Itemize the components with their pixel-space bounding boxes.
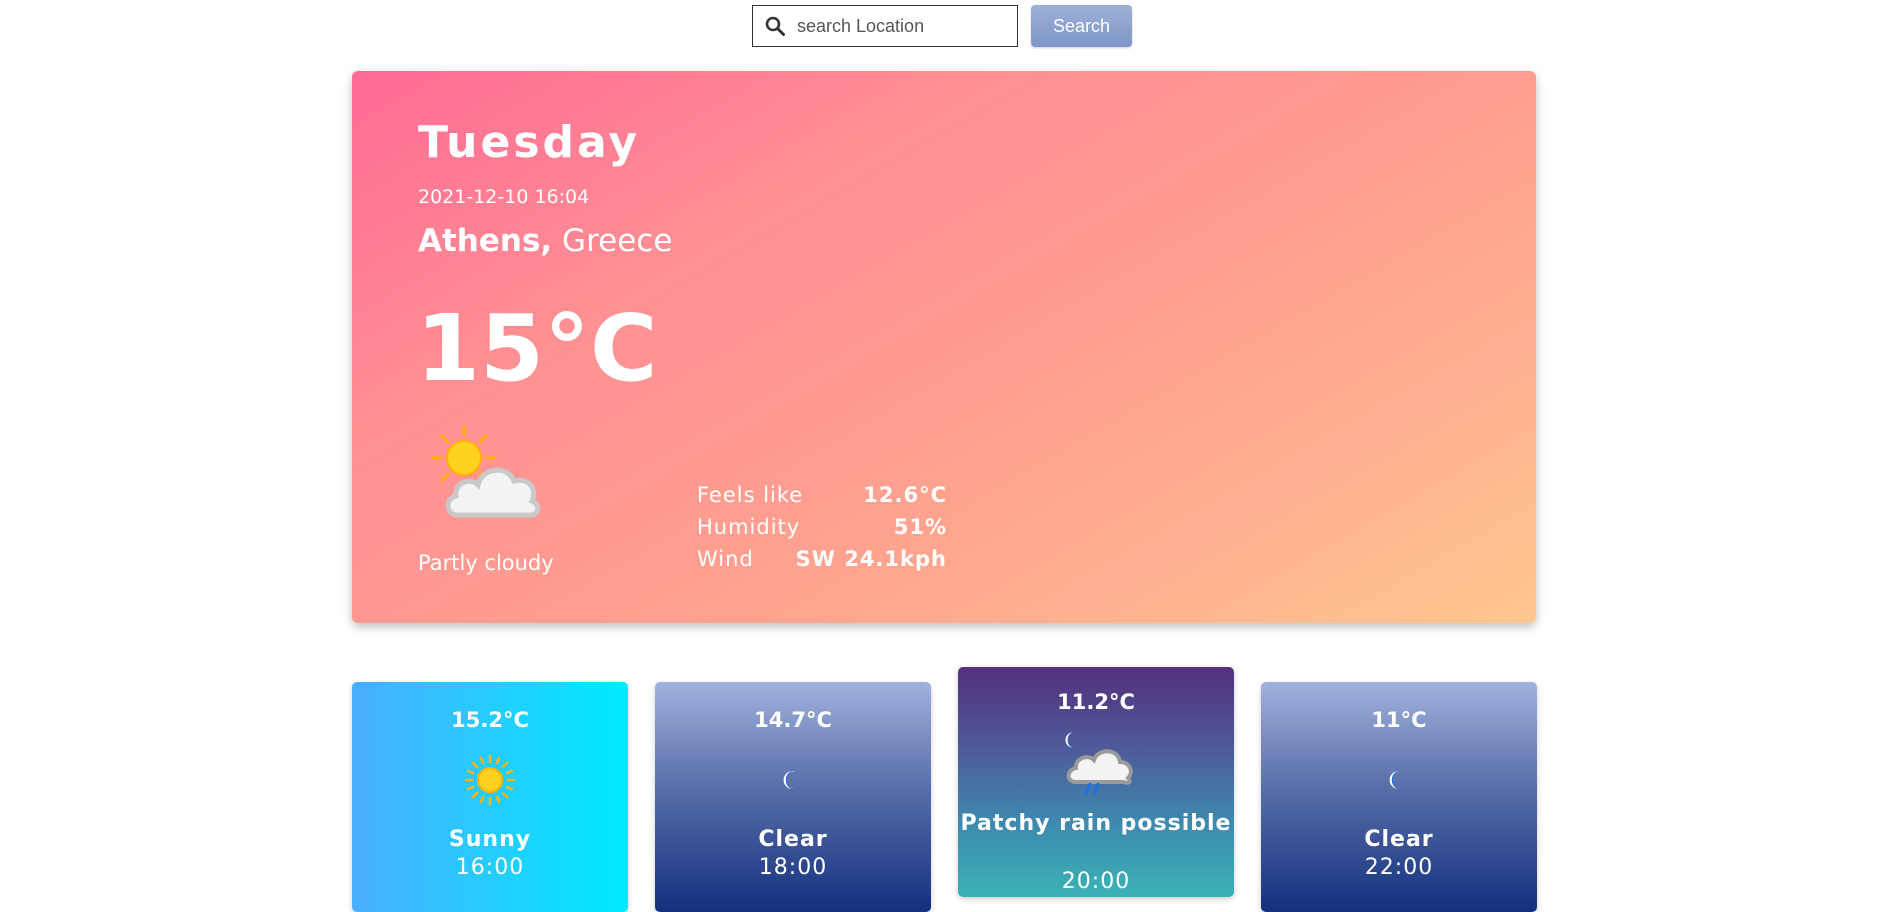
moon-icon bbox=[783, 768, 797, 792]
stat-value: 12.6°C bbox=[863, 483, 947, 507]
stat-label: Humidity bbox=[697, 515, 801, 539]
forecast-condition: Clear bbox=[1364, 827, 1434, 852]
forecast-time: 18:00 bbox=[758, 855, 828, 880]
forecast-time: 22:00 bbox=[1364, 855, 1434, 880]
forecast-card-selected[interactable]: 11.2°C Patchy rain possible 20:00 bbox=[958, 667, 1234, 897]
search-bar: Search bbox=[752, 5, 1132, 47]
weekday: Tuesday bbox=[418, 117, 641, 168]
stat-label: Wind bbox=[697, 547, 754, 571]
search-input[interactable] bbox=[795, 14, 1009, 38]
date-time: 2021-12-10 16:04 bbox=[418, 186, 590, 208]
forecast-condition: Patchy rain possible bbox=[960, 811, 1232, 836]
partly-cloudy-icon bbox=[431, 425, 541, 518]
forecast-time: 20:00 bbox=[1061, 869, 1131, 894]
location: Athens, Greece bbox=[418, 223, 672, 259]
stat-humidity: Humidity 51% bbox=[697, 515, 947, 547]
search-icon bbox=[765, 16, 785, 36]
forecast-condition: Clear bbox=[758, 827, 828, 852]
forecast-time: 16:00 bbox=[455, 855, 525, 880]
stat-label: Feels like bbox=[697, 483, 804, 507]
forecast-card[interactable]: 15.2°C Sunny 16:00 bbox=[352, 682, 628, 912]
current-condition: Partly cloudy bbox=[418, 551, 554, 575]
forecast-temperature: 11.2°C bbox=[1057, 690, 1135, 714]
moon-icon bbox=[1389, 768, 1403, 792]
stat-value: 51% bbox=[893, 515, 947, 539]
stat-wind: Wind SW 24.1kph bbox=[697, 547, 947, 579]
forecast-temperature: 14.7°C bbox=[754, 708, 832, 732]
weather-stats: Feels like 12.6°C Humidity 51% Wind SW 2… bbox=[697, 483, 947, 579]
search-box[interactable] bbox=[752, 5, 1018, 47]
forecast-temperature: 15.2°C bbox=[451, 708, 529, 732]
forecast-card[interactable]: 11°C Clear 22:00 bbox=[1261, 682, 1537, 912]
current-temperature: 15°C bbox=[416, 295, 658, 402]
country-name: Greece bbox=[552, 223, 673, 259]
forecast-card[interactable]: 14.7°C Clear 18:00 bbox=[655, 682, 931, 912]
city-name: Athens, bbox=[418, 223, 553, 259]
search-button[interactable]: Search bbox=[1031, 5, 1132, 47]
night-rain-cloud-icon bbox=[1065, 730, 1133, 796]
current-weather-card: Tuesday 2021-12-10 16:04 Athens, Greece … bbox=[352, 71, 1536, 623]
forecast-temperature: 11°C bbox=[1371, 708, 1427, 732]
stat-value: SW 24.1kph bbox=[795, 547, 947, 571]
forecast-condition: Sunny bbox=[448, 827, 532, 852]
sun-icon bbox=[464, 754, 516, 806]
stat-feels-like: Feels like 12.6°C bbox=[697, 483, 947, 515]
